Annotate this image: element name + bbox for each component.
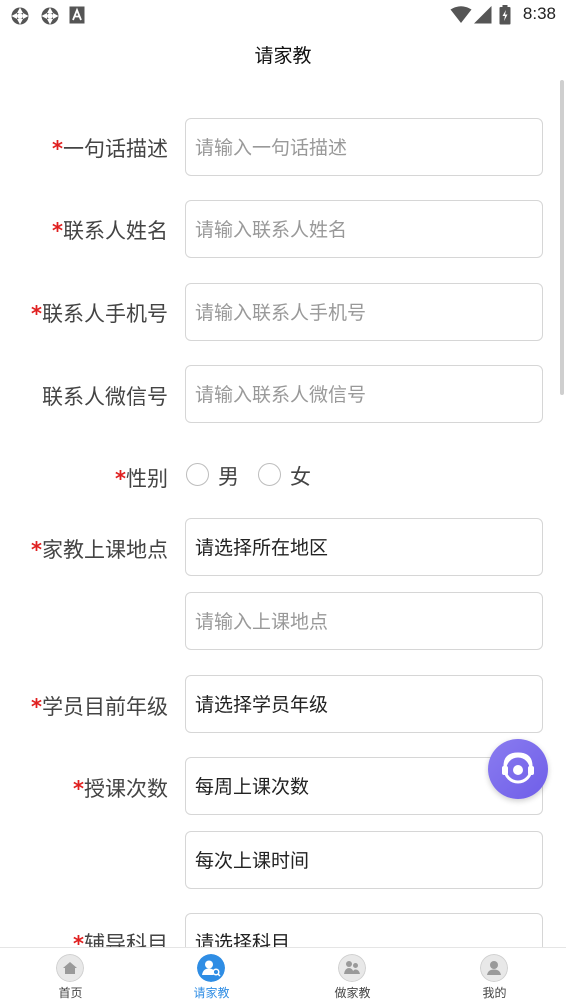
description-placeholder: 请输入一句话描述 — [195, 137, 348, 159]
tab-home[interactable]: 首页 — [0, 948, 141, 1007]
tab-be-tutor[interactable]: 做家教 — [282, 948, 423, 1007]
app-notification-icon — [11, 7, 29, 25]
required-marker: * — [31, 538, 42, 562]
required-marker: * — [73, 932, 84, 947]
tab-profile-label: 我的 — [482, 986, 507, 1000]
grade-label: *学员目前年级 — [31, 695, 168, 719]
tab-home-label: 首页 — [58, 986, 83, 1000]
contact-wechat-label: 联系人微信号 — [42, 385, 168, 409]
wifi-icon — [450, 6, 472, 23]
headset-icon — [502, 752, 534, 784]
signal-icon — [474, 6, 492, 24]
user-search-icon — [197, 954, 225, 982]
gender-label: *性别 — [115, 467, 168, 491]
clock: 8:38 — [522, 4, 556, 23]
required-marker: * — [52, 219, 63, 243]
title-bar: 请家教 — [0, 30, 566, 80]
customer-service-button[interactable] — [488, 739, 548, 799]
contact-wechat-placeholder: 请输入联系人微信号 — [195, 384, 367, 406]
hire-tutor-form: *一句话描述 请输入一句话描述 *联系人姓名 请输入联系人姓名 *联系人手机号 … — [0, 80, 566, 947]
required-marker: * — [31, 695, 42, 719]
required-marker: * — [52, 137, 63, 161]
tab-hire-tutor[interactable]: 请家教 — [141, 948, 282, 1007]
required-marker: * — [115, 467, 126, 491]
gender-female-radio[interactable] — [258, 463, 281, 486]
battery-icon — [499, 5, 511, 25]
grade-select[interactable]: 请选择学员年级 — [185, 675, 543, 733]
app-notification-icon — [41, 7, 59, 25]
address-input[interactable]: 请输入上课地点 — [185, 592, 543, 650]
home-icon — [56, 954, 84, 982]
lesson-duration-select[interactable]: 每次上课时间 — [185, 831, 543, 889]
page-title: 请家教 — [254, 45, 312, 67]
location-label: *家教上课地点 — [31, 538, 168, 562]
subject-label: *辅导科目 — [73, 928, 168, 947]
contact-wechat-input[interactable]: 请输入联系人微信号 — [185, 365, 543, 423]
tutor-icon — [338, 954, 366, 982]
weekly-times-value: 每周上课次数 — [195, 776, 310, 798]
required-marker: * — [73, 777, 84, 801]
status-bar: 8:38 — [0, 0, 566, 30]
contact-phone-placeholder: 请输入联系人手机号 — [195, 302, 367, 324]
required-marker: * — [31, 302, 42, 326]
gender-radio-group: 男 女 — [185, 461, 385, 491]
tab-profile[interactable]: 我的 — [424, 948, 565, 1007]
grade-select-value: 请选择学员年级 — [195, 694, 329, 716]
region-select-value: 请选择所在地区 — [195, 537, 329, 559]
text-notification-icon — [69, 6, 85, 24]
subject-select-value: 请选择科目 — [195, 932, 291, 947]
contact-name-input[interactable]: 请输入联系人姓名 — [185, 200, 543, 258]
lesson-duration-value: 每次上课时间 — [195, 850, 310, 872]
bottom-tab-bar: 首页 请家教 做家教 我的 — [0, 947, 566, 1007]
profile-icon — [480, 954, 508, 982]
gender-male-radio[interactable] — [186, 463, 209, 486]
gender-female-label[interactable]: 女 — [290, 461, 311, 491]
contact-name-placeholder: 请输入联系人姓名 — [195, 219, 348, 241]
gender-male-label[interactable]: 男 — [218, 461, 239, 491]
tab-hire-tutor-label: 请家教 — [193, 986, 230, 1000]
contact-phone-label: *联系人手机号 — [31, 302, 168, 326]
description-label: *一句话描述 — [52, 137, 168, 161]
contact-phone-input[interactable]: 请输入联系人手机号 — [185, 283, 543, 341]
scrollbar[interactable] — [560, 80, 564, 395]
tab-be-tutor-label: 做家教 — [334, 986, 371, 1000]
subject-select[interactable]: 请选择科目 — [185, 913, 543, 947]
region-select[interactable]: 请选择所在地区 — [185, 518, 543, 576]
contact-name-label: *联系人姓名 — [52, 219, 168, 243]
address-placeholder: 请输入上课地点 — [195, 611, 329, 633]
lessons-label: *授课次数 — [73, 777, 168, 801]
description-input[interactable]: 请输入一句话描述 — [185, 118, 543, 176]
